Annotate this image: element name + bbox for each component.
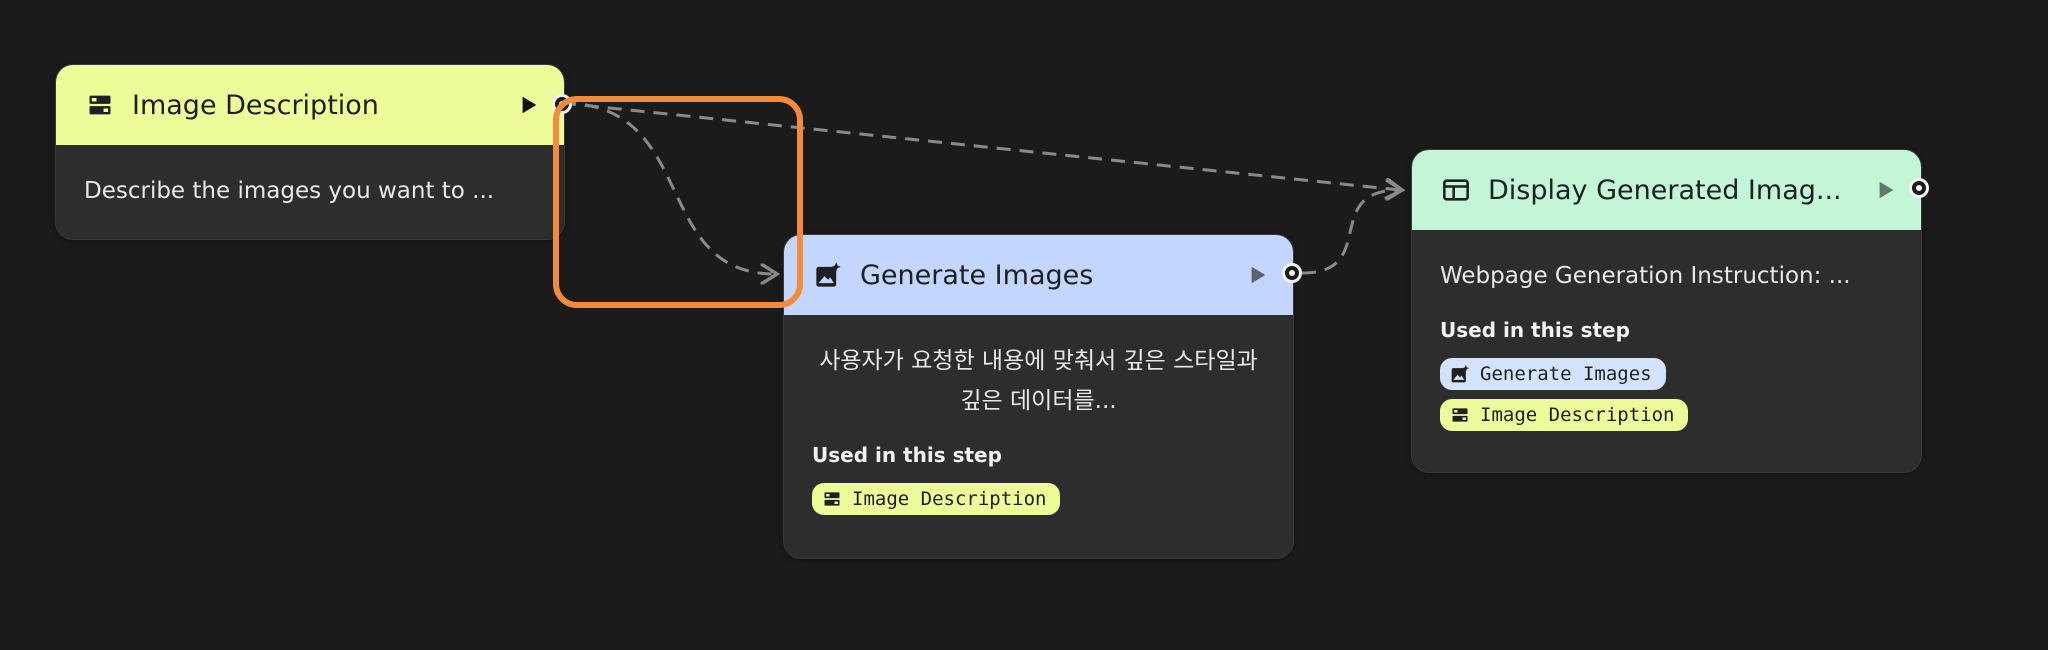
node-header[interactable]: Display Generated Imag... <box>1412 150 1921 230</box>
used-in-step-label: Used in this step <box>812 443 1002 467</box>
node-description: Webpage Generation Instruction: ... <box>1440 263 1851 289</box>
connector-generate-to-display <box>1301 190 1400 275</box>
node-title: Generate Images <box>860 259 1094 291</box>
node-body: Webpage Generation Instruction: ... Used… <box>1412 230 1921 468</box>
node-description: Describe the images you want to ... <box>84 178 495 204</box>
chip-label: Image Description <box>1480 404 1675 426</box>
chip-image-description[interactable]: Image Description <box>812 483 1061 515</box>
connector-description-to-display <box>561 101 1400 190</box>
run-icon[interactable] <box>1247 264 1269 286</box>
text-input-icon <box>1450 405 1470 425</box>
run-icon[interactable] <box>518 94 540 116</box>
output-port-display-generated[interactable] <box>1909 178 1929 198</box>
chip-generate-images[interactable]: Generate Images <box>1440 358 1666 390</box>
output-port-generate-images[interactable] <box>1282 263 1302 283</box>
node-description: 사용자가 요청한 내용에 맞춰서 깊은 스타일과 깊은 데이터를... <box>819 348 1258 414</box>
node-title: Display Generated Imag... <box>1488 174 1842 206</box>
run-icon[interactable] <box>1875 179 1897 201</box>
node-header[interactable]: Generate Images <box>784 235 1293 315</box>
chip-label: Image Description <box>852 488 1047 510</box>
chip-label: Generate Images <box>1480 363 1652 385</box>
node-title: Image Description <box>132 89 379 121</box>
text-input-icon <box>86 91 114 119</box>
output-port-image-description[interactable] <box>552 94 572 114</box>
node-body: Describe the images you want to ... <box>56 145 564 239</box>
image-sparkle-icon <box>1450 364 1470 384</box>
highlight-annotation-box <box>553 96 803 308</box>
node-generate-images[interactable]: Generate Images 사용자가 요청한 내용에 맞춰서 깊은 스타일과… <box>783 234 1294 559</box>
web-layout-icon <box>1442 176 1470 204</box>
flow-canvas[interactable]: Image Description Describe the images yo… <box>0 0 2048 650</box>
node-image-description[interactable]: Image Description Describe the images yo… <box>55 64 565 240</box>
node-body: 사용자가 요청한 내용에 맞춰서 깊은 스타일과 깊은 데이터를... Used… <box>784 315 1293 552</box>
node-display-generated-images[interactable]: Display Generated Imag... Webpage Genera… <box>1411 149 1922 473</box>
text-input-icon <box>822 489 842 509</box>
connector-description-to-generate <box>561 101 775 274</box>
chip-image-description[interactable]: Image Description <box>1440 399 1689 431</box>
used-in-step-label: Used in this step <box>1440 318 1630 342</box>
image-sparkle-icon <box>814 261 842 289</box>
node-header[interactable]: Image Description <box>56 65 564 145</box>
